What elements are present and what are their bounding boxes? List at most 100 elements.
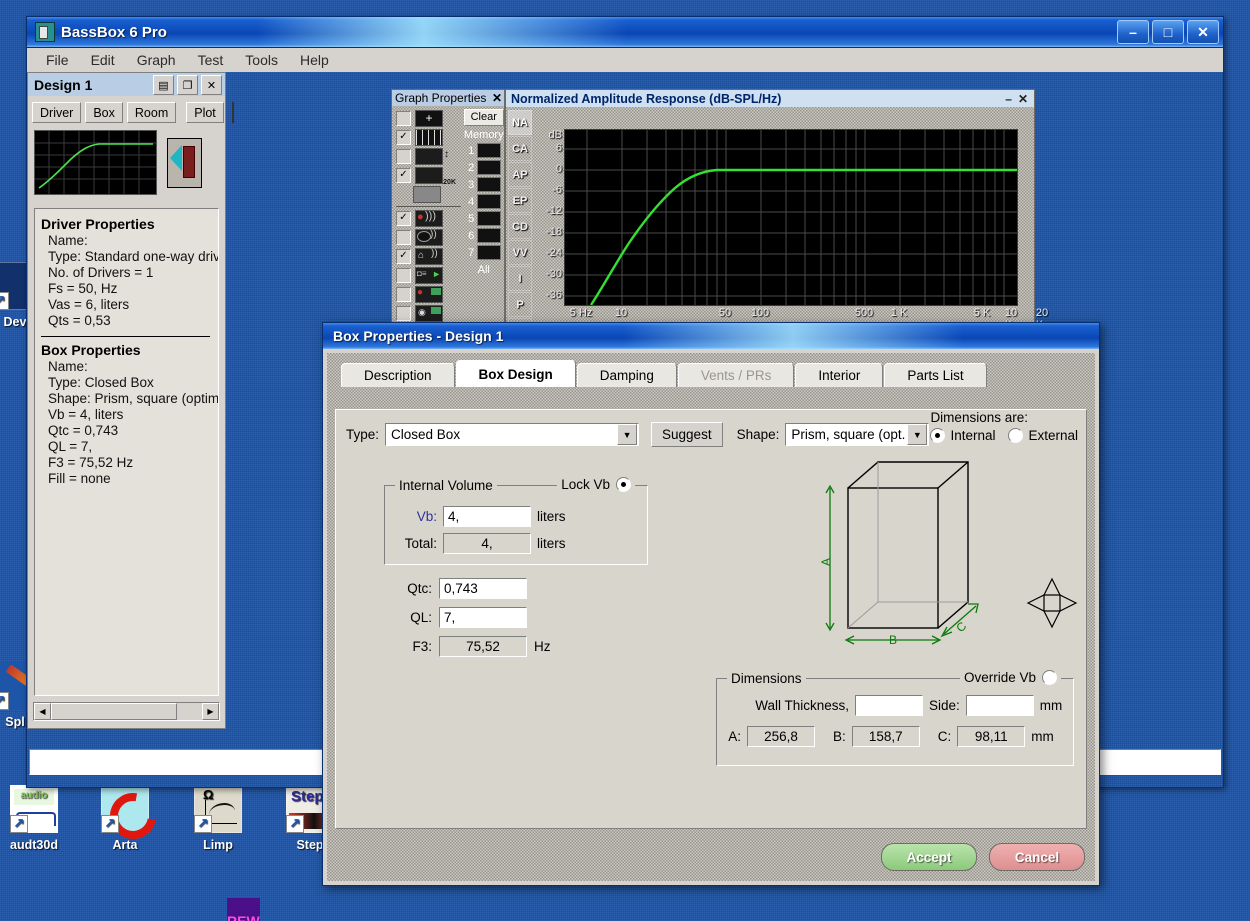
gp-checkbox[interactable]: ✓ [396, 249, 411, 264]
memory-slot-5[interactable]: 5 [464, 210, 505, 227]
gp-row-add-marker[interactable]: + [396, 109, 464, 128]
menu-item-help[interactable]: Help [289, 50, 340, 70]
memory-slot-7[interactable]: 7 [464, 244, 505, 261]
crossover-filter-icon[interactable]: ◘≡ ► [415, 267, 443, 284]
suggest-button[interactable]: Suggest [651, 422, 723, 447]
menu-item-graph[interactable]: Graph [126, 50, 187, 70]
sensor-signal-icon[interactable]: ◉ [415, 305, 443, 322]
gp-checkbox[interactable] [396, 111, 411, 126]
minimize-button[interactable]: – [1117, 20, 1149, 44]
cancel-button[interactable]: Cancel [989, 843, 1085, 871]
lock-vb-control[interactable]: Lock Vb [557, 477, 635, 492]
axis-step-icon[interactable] [413, 186, 441, 203]
vb-input[interactable]: 4, [443, 506, 531, 527]
desktop-icon-audt30d[interactable]: audio ↗ audt30d [0, 785, 77, 852]
gp-checkbox[interactable] [396, 149, 411, 164]
clear-memory-button[interactable]: Clear [463, 109, 504, 126]
tab-interior[interactable]: Interior [795, 363, 884, 387]
driver-button[interactable]: Driver [32, 102, 82, 123]
gp-row-gridlines[interactable]: ✓ [396, 128, 464, 147]
plot-color-swatch[interactable] [231, 102, 234, 123]
gp-checkbox[interactable] [396, 287, 411, 302]
menu-item-test[interactable]: Test [187, 50, 235, 70]
type-combobox[interactable]: Closed Box ▼ [385, 423, 640, 446]
graph-properties-close-icon[interactable]: ✕ [492, 91, 502, 105]
design-thumb-graph[interactable] [34, 130, 157, 195]
gp-checkbox[interactable] [396, 306, 411, 321]
gp-checkbox[interactable] [396, 230, 411, 245]
tab-box-design[interactable]: Box Design [455, 360, 576, 387]
memory-slot-swatch[interactable] [477, 177, 502, 192]
lock-vb-radio[interactable] [616, 477, 631, 492]
memory-slot-4[interactable]: 4 [464, 193, 505, 210]
gp-row-xscale-20k[interactable]: ✓ 20K [396, 166, 464, 186]
gp-row-axis-tool[interactable] [396, 185, 464, 204]
memory-slot-6[interactable]: 6 [464, 227, 505, 244]
gp-row-driver-signal[interactable]: ● [396, 285, 464, 304]
gp-checkbox[interactable]: ✓ [396, 130, 411, 145]
four-way-arrows-icon[interactable] [1024, 575, 1080, 631]
shape-combobox[interactable]: Prism, square (opt. ▼ [785, 423, 930, 446]
gp-row-filter[interactable]: ◘≡ ► [396, 266, 464, 285]
qtc-input[interactable]: 0,743 [439, 578, 527, 599]
graph-minimize-icon[interactable]: – [1005, 92, 1012, 106]
menu-item-file[interactable]: File [35, 50, 80, 70]
graph-tab-cd[interactable]: CD [508, 214, 532, 239]
external-radio[interactable] [1008, 428, 1024, 443]
vertical-scale-icon[interactable]: ↕ [415, 148, 449, 165]
graph-tab-i[interactable]: I [508, 266, 532, 291]
internal-radio[interactable] [930, 428, 946, 443]
memory-slot-swatch[interactable] [477, 228, 502, 243]
save-design-button[interactable]: ▤ [153, 75, 174, 95]
gp-checkbox[interactable]: ✓ [396, 211, 411, 226]
desktop-icon-arta[interactable]: ↗ Arta [82, 783, 168, 852]
graph-tab-ap[interactable]: AP [508, 162, 532, 187]
driver-radiate-icon[interactable]: ●))) [415, 210, 443, 227]
memory-all-label[interactable]: All [464, 264, 505, 276]
graph-tab-ep[interactable]: EP [508, 188, 532, 213]
side-input[interactable] [965, 695, 1034, 716]
maximize-button[interactable]: □ [1152, 20, 1184, 44]
memory-slot-swatch[interactable] [477, 160, 502, 175]
menu-item-edit[interactable]: Edit [80, 50, 126, 70]
tab-damping[interactable]: Damping [576, 363, 677, 387]
response-plot[interactable] [564, 129, 1018, 306]
graph-tab-p[interactable]: P [508, 292, 532, 317]
scroll-left-arrow-icon[interactable]: ◀ [34, 703, 51, 720]
gp-row-yscale[interactable]: ↕ [396, 147, 464, 166]
vent-radiate-icon[interactable]: )) [415, 229, 443, 246]
gp-checkbox[interactable] [396, 268, 411, 283]
gp-row-driver-response[interactable]: ✓ ●))) [396, 209, 464, 228]
memory-slot-swatch[interactable] [477, 245, 502, 260]
memory-slot-swatch[interactable] [477, 211, 502, 226]
driver-thumbnail[interactable] [167, 138, 202, 188]
override-vb-control[interactable]: Override Vb [959, 670, 1061, 685]
override-vb-radio[interactable] [1042, 670, 1057, 685]
graph-tab-na[interactable]: NA [508, 110, 532, 135]
copy-design-button[interactable]: ❐ [177, 75, 198, 95]
graph-close-icon[interactable]: ✕ [1018, 92, 1028, 106]
frequency-range-20k-icon[interactable]: 20K [415, 167, 456, 186]
chevron-down-icon[interactable]: ▼ [907, 424, 928, 445]
tab-parts-list[interactable]: Parts List [884, 363, 987, 387]
driver-signal-icon[interactable]: ● [415, 286, 443, 303]
plot-button[interactable]: Plot [186, 102, 224, 123]
ql-input[interactable]: 7, [439, 607, 527, 628]
scroll-thumb[interactable] [51, 703, 177, 720]
rotate-navigator[interactable] [1024, 575, 1080, 634]
graph-tab-vv[interactable]: VV [508, 240, 532, 265]
grid-icon[interactable] [415, 129, 443, 146]
graph-tab-ca[interactable]: CA [508, 136, 532, 161]
gp-row-vent-response[interactable]: )) [396, 228, 464, 247]
close-design-button[interactable]: ✕ [201, 75, 222, 95]
memory-slot-swatch[interactable] [477, 194, 502, 209]
gp-row-room-response[interactable]: ✓ ⌂)) [396, 247, 464, 266]
desktop-icon-limp[interactable]: Ω ↗ Limp [175, 785, 261, 852]
box-button[interactable]: Box [85, 102, 123, 123]
gp-row-sensor[interactable]: ◉ [396, 304, 464, 323]
room-button[interactable]: Room [126, 102, 177, 123]
rew-icon[interactable]: REW [227, 898, 260, 921]
plus-marker-icon[interactable]: + [415, 110, 443, 127]
memory-slot-3[interactable]: 3 [464, 176, 505, 193]
accept-button[interactable]: Accept [881, 843, 977, 871]
